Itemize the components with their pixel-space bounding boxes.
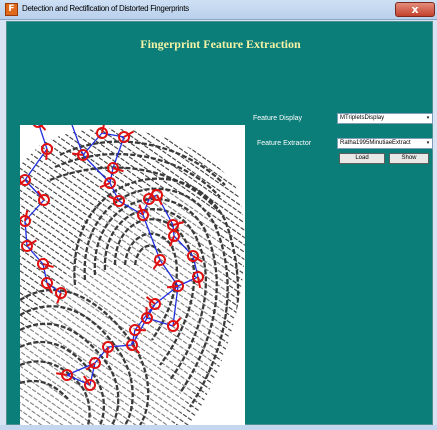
main-panel: Fingerprint Feature Extraction Feature D… <box>6 21 433 425</box>
window-title: Detection and Rectification of Distorted… <box>22 4 189 13</box>
page-title: Fingerprint Feature Extraction <box>140 37 301 51</box>
ridge-pattern <box>20 128 245 425</box>
feature-display-label: Feature Display <box>253 115 303 122</box>
app-window: F Detection and Rectification of Distort… <box>0 0 437 430</box>
feature-extractor-value: Ratha1995MinutiaeExtract <box>340 140 411 146</box>
title-bar[interactable]: F Detection and Rectification of Distort… <box>0 0 437 20</box>
feature-display-value: MTripletsDisplay <box>340 115 385 121</box>
feature-display-select[interactable]: MTripletsDisplay ▾ <box>337 113 433 124</box>
window-bottom-border <box>0 425 437 430</box>
feature-extractor-label: Feature Extractor <box>257 140 312 147</box>
load-button[interactable]: Load <box>339 153 385 164</box>
close-button[interactable]: x <box>395 2 435 17</box>
dropdown-arrow-icon: ▾ <box>426 140 430 146</box>
feature-extractor-select[interactable]: Ratha1995MinutiaeExtract ▾ <box>337 138 433 149</box>
show-button[interactable]: Show <box>389 153 429 164</box>
dropdown-arrow-icon: ▾ <box>426 115 430 121</box>
close-icon: x <box>411 3 419 16</box>
app-icon: F <box>5 3 18 16</box>
fingerprint-image-panel <box>20 125 245 425</box>
fingerprint-image <box>20 125 245 425</box>
